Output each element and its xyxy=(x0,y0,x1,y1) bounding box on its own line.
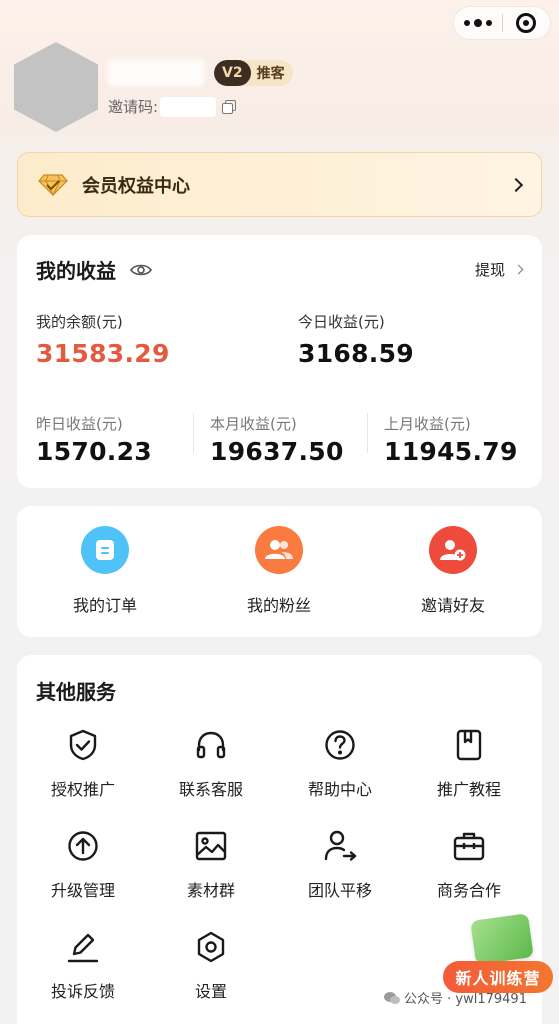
my-orders-label: 我的订单 xyxy=(72,596,137,615)
earnings-title: 我的收益 xyxy=(36,259,116,283)
last-month-label: 上月收益(元) xyxy=(384,415,471,433)
last-month-value: 11945.79 xyxy=(384,437,518,466)
promotion-tutorial-button[interactable]: 推广教程 xyxy=(414,728,524,800)
close-circle-icon[interactable] xyxy=(503,7,550,39)
service-label: 商务合作 xyxy=(436,881,501,900)
earnings-header: 我的收益 xyxy=(36,255,152,284)
edit-icon xyxy=(67,933,99,963)
upgrade-management-button[interactable]: 升级管理 xyxy=(28,829,138,901)
help-icon xyxy=(325,730,355,760)
briefcase-icon xyxy=(453,832,485,861)
divider xyxy=(367,413,368,453)
fans-icon xyxy=(255,526,303,574)
mini-program-capsule xyxy=(453,6,551,40)
watermark-text: 公众号 · ywl179491 xyxy=(404,992,527,1007)
invite-code-redacted xyxy=(160,96,217,117)
order-icon xyxy=(81,526,129,574)
user-transfer-icon xyxy=(324,830,357,861)
invite-code-label: 邀请码: xyxy=(108,98,159,116)
invite-friends-label: 邀请好友 xyxy=(420,596,485,615)
withdraw-link[interactable]: 提现 xyxy=(474,259,524,280)
withdraw-label: 提现 xyxy=(474,261,505,279)
settings-button[interactable]: 设置 xyxy=(156,930,266,1002)
team-transfer-button[interactable]: 团队平移 xyxy=(285,829,395,901)
month-label: 本月收益(元) xyxy=(210,415,297,433)
service-label: 联系客服 xyxy=(178,780,243,799)
earnings-card: 我的收益 提现 我的余额(元) 31583.29 今日收益(元) 3168.59… xyxy=(17,235,542,488)
month-value: 19637.50 xyxy=(210,437,344,466)
username-redacted xyxy=(108,60,204,86)
yesterday-label: 昨日收益(元) xyxy=(36,415,123,433)
invite-code-row: 邀请码: xyxy=(108,96,237,117)
divider xyxy=(193,413,194,453)
eye-icon[interactable] xyxy=(130,263,152,277)
level-badge: V2 推客 xyxy=(214,60,293,86)
chevron-right-icon xyxy=(508,177,524,192)
yesterday-value: 1570.23 xyxy=(36,437,152,466)
shield-icon xyxy=(69,729,97,761)
settings-icon xyxy=(197,931,225,963)
avatar[interactable] xyxy=(14,42,98,132)
more-dots-icon[interactable] xyxy=(454,7,502,39)
balance-label: 我的余额(元) xyxy=(36,313,123,331)
today-label: 今日收益(元) xyxy=(298,313,385,331)
member-center-banner[interactable]: 会员权益中心 xyxy=(17,152,542,217)
gift-book-icon xyxy=(470,913,534,965)
headset-icon xyxy=(196,731,226,759)
authorize-promotion-button[interactable]: 授权推广 xyxy=(28,728,138,800)
business-cooperation-button[interactable]: 商务合作 xyxy=(414,829,524,901)
invite-user-icon xyxy=(429,526,477,574)
bookmark-icon xyxy=(456,729,482,761)
diamond-icon xyxy=(38,173,68,196)
my-orders-button[interactable]: 我的订单 xyxy=(35,526,175,616)
contact-support-button[interactable]: 联系客服 xyxy=(156,728,266,800)
copy-icon[interactable] xyxy=(222,100,237,114)
source-watermark: 公众号 · ywl179491 xyxy=(384,988,527,1007)
role-label: 推客 xyxy=(256,66,285,82)
service-label: 升级管理 xyxy=(50,881,115,900)
service-label: 投诉反馈 xyxy=(50,982,115,1001)
complaint-feedback-button[interactable]: 投诉反馈 xyxy=(28,930,138,1002)
service-label: 推广教程 xyxy=(436,780,501,799)
wechat-official-account-icon xyxy=(384,991,400,1004)
service-label: 设置 xyxy=(194,982,227,1001)
service-label: 团队平移 xyxy=(307,881,372,900)
member-center-title: 会员权益中心 xyxy=(82,175,190,197)
service-label: 授权推广 xyxy=(50,780,115,799)
material-group-button[interactable]: 素材群 xyxy=(156,829,266,901)
help-center-button[interactable]: 帮助中心 xyxy=(285,728,395,800)
quick-actions-card: 我的订单 我的粉丝 邀请好友 xyxy=(17,506,542,637)
service-label: 素材群 xyxy=(186,881,235,900)
service-label: 帮助中心 xyxy=(307,780,372,799)
my-fans-label: 我的粉丝 xyxy=(246,596,311,615)
today-value: 3168.59 xyxy=(298,339,414,368)
image-icon xyxy=(195,831,227,861)
invite-friends-button[interactable]: 邀请好友 xyxy=(383,526,523,616)
services-title: 其他服务 xyxy=(36,680,116,704)
balance-value: 31583.29 xyxy=(36,339,170,368)
level-label: V2 xyxy=(214,60,251,86)
chevron-right-icon xyxy=(513,264,524,275)
upgrade-icon xyxy=(68,831,98,861)
my-fans-button[interactable]: 我的粉丝 xyxy=(209,526,349,616)
newbie-camp-floating-button[interactable]: 新人训练营 xyxy=(441,913,555,995)
